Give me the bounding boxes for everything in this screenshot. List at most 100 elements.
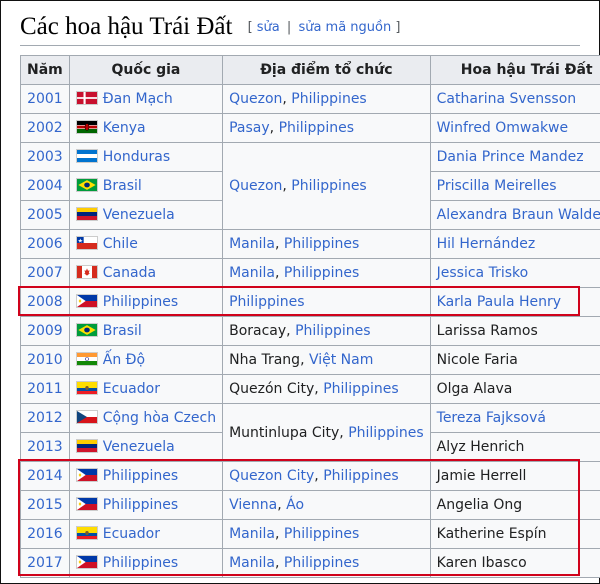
venue-city-link[interactable]: Vienna [229,497,277,513]
venue-country-link[interactable]: Philippines [323,468,398,484]
year-link[interactable]: 2012 [27,410,63,426]
venue-country-link[interactable]: Philippines [284,526,359,542]
year-link[interactable]: 2017 [27,555,63,571]
venue-cell: Boracay, Philippines [222,316,431,346]
venue-city-link[interactable]: Quezon [229,91,282,107]
venue-city-link[interactable]: Quezon [229,178,282,194]
winner-link[interactable]: Dania Prince Mandez [437,149,584,165]
year-link[interactable]: 2007 [27,265,63,281]
winner-cell: Karen Ibasco [429,548,600,578]
country-link[interactable]: Ấn Độ [103,352,145,368]
year-cell: 2005 [20,200,70,230]
country-link[interactable]: Philippines [103,497,178,513]
country-link[interactable]: Philippines [103,294,178,310]
header-year[interactable]: Năm [20,55,70,85]
venue-cell: Manila, Philippines [222,229,431,259]
venue-country-link[interactable]: Philippines [291,178,366,194]
edit-source-link[interactable]: sửa mã nguồn [298,20,391,35]
winner-link[interactable]: Karla Paula Henry [437,294,561,310]
venue-cell: Quezon, Philippines [222,142,431,230]
winner-link[interactable]: Jessica Trisko [437,265,529,281]
header-venue[interactable]: Địa điểm tổ chức [222,55,431,85]
year-link[interactable]: 2015 [27,497,63,513]
winner-link[interactable]: Catharina Svensson [437,91,577,107]
table-row: 2009 Brasil Boracay, Philippines Larissa Ra… [20,316,600,346]
year-cell: 2002 [20,113,70,143]
venue-city-link[interactable]: Manila [229,555,275,571]
year-link[interactable]: 2006 [27,236,63,252]
venue-city-link[interactable]: Manila [229,236,275,252]
winner-link[interactable]: Priscilla Meirelles [437,178,557,194]
winner-name: Larissa Ramos [436,323,538,339]
winner-name: Karen Ibasco [436,555,527,571]
header-winner[interactable]: Hoa hậu Trái Đất [429,55,600,85]
country-cell: Ecuador [68,374,224,404]
country-link[interactable]: Chile [103,236,138,252]
year-link[interactable]: 2003 [27,149,63,165]
winner-cell: Jessica Trisko [429,258,600,288]
year-link[interactable]: 2014 [27,468,63,484]
year-link[interactable]: 2005 [27,207,63,223]
edit-link[interactable]: sửa [257,20,280,35]
venue-city-link[interactable]: Pasay [229,120,270,136]
table-row: 2006 Chile Manila, Philippines Hil Hernánde… [20,229,600,259]
edit-separator: | [286,20,292,35]
country-link[interactable]: Brasil [103,178,142,194]
winner-cell: Angelia Ong [429,490,600,520]
ecuador-flag-icon [75,526,98,540]
year-link[interactable]: 2008 [27,294,63,310]
year-link[interactable]: 2004 [27,178,63,194]
venue-country-link[interactable]: Philippines [279,120,354,136]
venue-country-link[interactable]: Philippines [229,294,304,310]
venue-country-link[interactable]: Philippines [284,265,359,281]
venue-separator: , [286,323,296,339]
winner-name: Jamie Herrell [436,468,527,484]
year-link[interactable]: 2009 [27,323,63,339]
venue-city-link[interactable]: Manila [229,526,275,542]
venue-city-link[interactable]: Manila [229,265,275,281]
country-cell: Brasil [68,171,224,201]
winner-name: Nicole Faria [436,352,518,368]
country-link[interactable]: Brasil [103,323,142,339]
winner-link[interactable]: Hil Hernández [437,236,536,252]
year-link[interactable]: 2016 [27,526,63,542]
india-flag-icon [75,352,98,366]
country-link[interactable]: Canada [103,265,156,281]
country-link[interactable]: Ecuador [103,381,160,397]
country-link[interactable]: Đan Mạch [103,91,173,107]
venue-country-link[interactable]: Philippines [291,91,366,107]
country-link[interactable]: Kenya [103,120,146,136]
header-country[interactable]: Quốc gia [68,55,224,85]
country-link[interactable]: Philippines [103,555,178,571]
country-link[interactable]: Venezuela [103,439,175,455]
winner-link[interactable]: Tereza Fajksová [437,410,546,426]
venue-country-link[interactable]: Áo [286,497,304,513]
winner-link[interactable]: Winfred Omwakwe [437,120,568,136]
venue-cell: Manila, Philippines [222,519,431,549]
year-cell: 2017 [20,548,70,578]
venue-country-link[interactable]: Việt Nam [309,352,373,368]
country-link[interactable]: Honduras [103,149,170,165]
country-link[interactable]: Venezuela [103,207,175,223]
venue-country-link[interactable]: Philippines [323,381,398,397]
venue-separator: , [314,381,324,397]
winner-link[interactable]: Alexandra Braun Waldeck [437,207,600,223]
venue-separator: , [274,236,284,252]
venue-cell: Pasay, Philippines [222,113,431,143]
venue-country-link[interactable]: Philippines [295,323,370,339]
country-link[interactable]: Ecuador [103,526,160,542]
venue-city-link[interactable]: Quezon City [229,468,314,484]
year-link[interactable]: 2010 [27,352,63,368]
venue-country-link[interactable]: Philippines [284,236,359,252]
country-link[interactable]: Cộng hòa Czech [103,410,216,426]
year-link[interactable]: 2001 [27,91,63,107]
venue-cell: Quezon, Philippines [222,84,431,114]
year-cell: 2009 [20,316,70,346]
year-link[interactable]: 2013 [27,439,63,455]
year-link[interactable]: 2002 [27,120,63,136]
country-cell: Kenya [68,113,224,143]
venue-country-link[interactable]: Philippines [284,555,359,571]
venue-country-link[interactable]: Philippines [348,425,423,441]
country-link[interactable]: Philippines [103,468,178,484]
year-link[interactable]: 2011 [27,381,63,397]
